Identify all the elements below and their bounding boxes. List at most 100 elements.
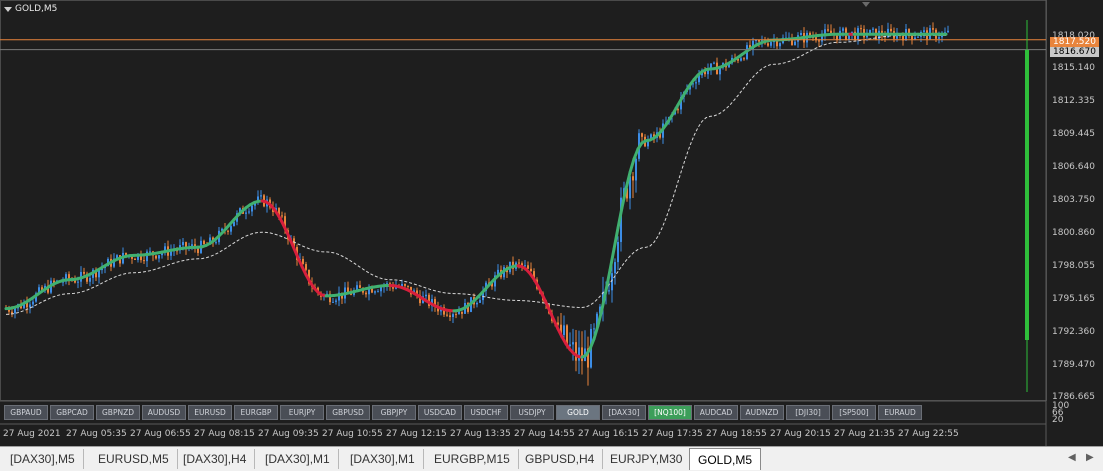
tab-eurjpy-m30[interactable]: EURJPY,M30 — [602, 449, 692, 469]
candle-body — [635, 158, 637, 181]
time-tick: 27 Aug 2021 — [3, 429, 61, 439]
candle-body — [677, 109, 679, 111]
symbol-button-dji30[interactable]: [DJI30] — [786, 405, 830, 420]
candle-body — [479, 300, 481, 303]
tab-gbpusd-h4[interactable]: GBPUSD,H4 — [517, 449, 604, 469]
symbol-button-gold[interactable]: GOLD — [556, 405, 600, 420]
candle-body — [779, 43, 781, 47]
symbol-button-dax30[interactable]: [DAX30] — [602, 405, 646, 420]
tab-eurgbp-m15[interactable]: EURGBP,M15 — [426, 449, 519, 469]
candle-body — [302, 258, 304, 265]
tab-gold-m5[interactable]: GOLD,M5 — [689, 448, 762, 470]
candle-body — [203, 240, 205, 245]
fast-ma-segment — [608, 247, 616, 272]
candle-body — [842, 28, 844, 31]
candle-body — [524, 265, 526, 267]
candle-body — [818, 40, 820, 42]
symbol-button-usdchf[interactable]: USDCHF — [464, 405, 508, 420]
fast-ma-segment — [596, 307, 604, 328]
candle-body — [860, 28, 862, 30]
ask-price-tag: 1817.520 — [1050, 37, 1099, 47]
time-tick: 27 Aug 18:55 — [706, 429, 767, 439]
time-tick: 27 Aug 13:35 — [450, 429, 511, 439]
candle-body — [260, 195, 262, 197]
symbol-button-usdcad[interactable]: USDCAD — [418, 405, 462, 420]
candle-body — [455, 314, 457, 316]
candle-body — [695, 82, 697, 84]
plot-border — [0, 0, 1047, 401]
candle-body — [155, 255, 157, 259]
candle-body — [518, 262, 520, 264]
candle-body — [614, 262, 616, 274]
symbol-button-usdjpy[interactable]: USDJPY — [510, 405, 554, 420]
tab-dax30-m5[interactable]: [DAX30],M5 — [2, 449, 84, 469]
symbol-button-eurjpy[interactable]: EURJPY — [280, 405, 324, 420]
candle-body — [476, 302, 478, 305]
candle-body — [938, 37, 940, 39]
price-tick: 1803.750 — [1052, 195, 1095, 205]
candle-body — [569, 344, 571, 347]
candle-body — [83, 271, 85, 274]
time-tick: 27 Aug 06:55 — [130, 429, 191, 439]
tab-dax30-m1-2[interactable]: [DAX30],M1 — [342, 449, 424, 469]
symbol-button-audusd[interactable]: AUDUSD — [142, 405, 186, 420]
candle-body — [770, 42, 772, 46]
price-chart[interactable] — [0, 0, 1103, 446]
candle-body — [281, 215, 283, 217]
candle-body — [572, 342, 574, 345]
candle-body — [794, 41, 796, 45]
candle-body — [578, 347, 580, 361]
candle-body — [251, 205, 253, 212]
candle-body — [767, 43, 769, 46]
tab-scroll-left-icon[interactable]: ◀ — [1068, 452, 1076, 463]
symbol-button-gbpnzd[interactable]: GBPNZD — [96, 405, 140, 420]
tab-eurusd-m5[interactable]: EURUSD,M5 — [90, 449, 178, 469]
candle-body — [932, 28, 934, 30]
candle-body — [248, 211, 250, 213]
bid-price-tag: 1816.670 — [1050, 47, 1099, 57]
time-tick: 27 Aug 10:55 — [322, 429, 383, 439]
candle-body — [527, 265, 529, 269]
symbol-button-eurgbp[interactable]: EURGBP — [234, 405, 278, 420]
symbol-button-gbpaud[interactable]: GBPAUD — [4, 405, 48, 420]
candle-body — [89, 277, 91, 282]
symbol-button-nq100[interactable]: [NQ100] — [648, 405, 692, 420]
candle-body — [227, 230, 229, 232]
price-tick: 1795.165 — [1052, 294, 1095, 304]
tab-scroll-right-icon[interactable]: ▶ — [1086, 452, 1094, 463]
shift-marker-icon — [862, 2, 870, 7]
candle-body — [407, 285, 409, 287]
candle-body — [890, 28, 892, 32]
candle-body — [359, 285, 361, 288]
candle-body — [11, 311, 13, 314]
symbol-button-gbpcad[interactable]: GBPCAD — [50, 405, 94, 420]
candle-body — [143, 260, 145, 262]
symbol-button-euraud[interactable]: EURAUD — [878, 405, 922, 420]
symbol-button-audcad[interactable]: AUDCAD — [694, 405, 738, 420]
tab-dax30-h4[interactable]: [DAX30],H4 — [175, 449, 256, 469]
symbol-button-eurusd[interactable]: EURUSD — [188, 405, 232, 420]
chart-window[interactable]: GOLD,M5 1818.020 1815.140 1812.335 1809.… — [0, 0, 1103, 446]
symbol-button-gbpjpy[interactable]: GBPJPY — [372, 405, 416, 420]
candle-body — [575, 342, 577, 361]
candle-body — [32, 301, 34, 305]
time-tick: 27 Aug 22:55 — [898, 429, 959, 439]
indicator-bar — [1025, 50, 1029, 340]
candle-body — [149, 251, 151, 253]
tab-dax30-m1[interactable]: [DAX30],M1 — [257, 449, 339, 469]
price-tick: 1792.360 — [1052, 327, 1095, 337]
candle-body — [608, 290, 610, 292]
candle-body — [914, 37, 916, 40]
candle-body — [332, 301, 334, 303]
symbol-button-sp500[interactable]: [SP500] — [832, 405, 876, 420]
chart-tabs-bar: [DAX30],M5 EURUSD,M5 [DAX30],H4 [DAX30],… — [0, 446, 1103, 471]
candle-body — [632, 176, 634, 181]
symbol-button-gbpusd[interactable]: GBPUSD — [326, 405, 370, 420]
candle-body — [617, 241, 619, 263]
price-tick: 1815.140 — [1052, 63, 1095, 73]
symbol-button-audnzd[interactable]: AUDNZD — [740, 405, 784, 420]
price-tick: 1798.055 — [1052, 261, 1095, 271]
candle-body — [449, 315, 451, 317]
price-tick: 1789.470 — [1052, 360, 1095, 370]
candle-body — [29, 304, 31, 308]
